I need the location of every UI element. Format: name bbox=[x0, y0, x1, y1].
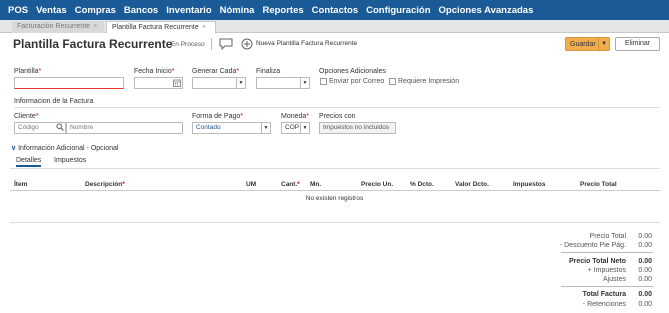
impuestos-label: + Impuestos bbox=[587, 267, 626, 274]
nav-contactos[interactable]: Contactos bbox=[312, 5, 358, 16]
chevron-down-icon: ▼ bbox=[261, 123, 270, 133]
nav-nomina[interactable]: Nómina bbox=[220, 5, 255, 16]
plantilla-label: Plantilla* bbox=[14, 68, 42, 75]
nav-pos[interactable]: POS bbox=[8, 5, 28, 16]
precio-total-value: 0.00 bbox=[638, 233, 652, 240]
close-icon[interactable]: × bbox=[202, 24, 206, 31]
nav-reportes[interactable]: Reportes bbox=[262, 5, 303, 16]
nav-ventas[interactable]: Ventas bbox=[36, 5, 67, 16]
cliente-nombre-input[interactable]: Nombre bbox=[66, 122, 183, 134]
tab-facturacion-recurrente[interactable]: Facturación Recurrente × bbox=[12, 21, 104, 33]
moneda-value: COP bbox=[285, 124, 300, 131]
column-header: Descripción* bbox=[85, 181, 125, 188]
save-button-label: Guardar bbox=[570, 40, 596, 48]
chevron-down-icon: ▼ bbox=[300, 78, 309, 88]
divider bbox=[561, 252, 653, 253]
requiere-impresion-checkbox[interactable] bbox=[389, 78, 396, 85]
retenciones-label: - Retenciones bbox=[582, 301, 626, 308]
forma-pago-select[interactable]: Contado ▼ bbox=[192, 122, 271, 134]
total-factura-value: 0.00 bbox=[638, 291, 652, 298]
chevron-down-icon[interactable]: ▼ bbox=[598, 38, 609, 50]
forma-pago-value: Contado bbox=[196, 124, 221, 131]
generar-cada-select[interactable]: ▼ bbox=[192, 77, 246, 89]
plus-circle-icon[interactable] bbox=[241, 38, 253, 52]
comment-icon[interactable] bbox=[219, 38, 233, 52]
tab-plantilla-factura-recurrente[interactable]: Plantilla Factura Recurrente × bbox=[106, 21, 216, 33]
column-header: UM bbox=[246, 181, 257, 188]
divider bbox=[14, 107, 659, 108]
plantilla-input[interactable] bbox=[14, 77, 124, 89]
tab-label: Facturación Recurrente bbox=[17, 23, 91, 30]
search-icon[interactable] bbox=[56, 123, 64, 133]
top-nav: POS Ventas Compras Bancos Inventario Nóm… bbox=[0, 0, 669, 20]
moneda-select[interactable]: COP ▼ bbox=[281, 122, 310, 134]
new-template-link[interactable]: Nueva Plantilla Factura Recurrente bbox=[256, 40, 357, 47]
nav-opciones-avanzadas[interactable]: Opciones Avanzadas bbox=[439, 5, 534, 16]
fecha-inicio-label: Fecha Inicio* bbox=[134, 68, 175, 75]
calendar-icon[interactable] bbox=[173, 79, 181, 87]
column-header: Ítem bbox=[14, 181, 28, 188]
divider bbox=[561, 286, 653, 287]
ajustes-value: 0.00 bbox=[638, 276, 652, 283]
nav-compras[interactable]: Compras bbox=[75, 5, 116, 16]
chevron-down-icon: ▼ bbox=[300, 123, 309, 133]
enviar-correo-label: Enviar por Correo bbox=[329, 78, 385, 85]
tab-bar: Facturación Recurrente × Plantilla Factur… bbox=[0, 20, 669, 33]
divider bbox=[211, 38, 212, 50]
precio-neto-label: Precio Total Neto bbox=[568, 258, 626, 265]
forma-pago-label: Forma de Pago* bbox=[192, 113, 243, 120]
precios-con-field: Impuestos no incluidos bbox=[319, 122, 396, 134]
chevron-down-icon: ∨ bbox=[11, 145, 17, 152]
status-text: - En Proceso bbox=[167, 41, 205, 48]
tab-impuestos[interactable]: Impuestos bbox=[54, 157, 86, 164]
info-adicional-label: Información Adicional - Opcional bbox=[18, 145, 119, 152]
close-icon[interactable]: × bbox=[93, 23, 97, 30]
info-adicional-toggle[interactable]: ∨ Información Adicional - Opcional bbox=[11, 144, 118, 152]
empty-table-message: No existen registros bbox=[305, 195, 364, 202]
generar-cada-label: Generar Cada* bbox=[192, 68, 240, 75]
column-header: Impuestos bbox=[513, 181, 546, 188]
impuestos-value: 0.00 bbox=[638, 267, 652, 274]
chevron-down-icon: ▼ bbox=[236, 78, 245, 88]
ajustes-label: Ajustes bbox=[603, 276, 626, 283]
precio-total-label: Precio Total bbox=[589, 233, 626, 240]
requiere-impresion-label: Requiere Impresión bbox=[398, 78, 460, 85]
page-title: Plantilla Factura Recurrente bbox=[13, 37, 173, 51]
tab-label: Plantilla Factura Recurrente bbox=[112, 24, 199, 31]
column-header: Mn. bbox=[310, 181, 322, 188]
nav-inventario[interactable]: Inventario bbox=[166, 5, 211, 16]
column-header: Cant.* bbox=[281, 181, 300, 188]
descuento-label: - Descuento Pie Pág. bbox=[559, 242, 626, 249]
total-factura-label: Total Factura bbox=[582, 291, 626, 298]
tab-detalles[interactable]: Detalles bbox=[16, 157, 42, 167]
divider bbox=[10, 222, 660, 223]
delete-button[interactable]: Eliminar bbox=[615, 37, 660, 51]
column-header: Valor Dcto. bbox=[455, 181, 489, 188]
precios-con-label: Precios con bbox=[319, 113, 356, 120]
finaliza-select[interactable]: ▼ bbox=[256, 77, 310, 89]
fecha-inicio-input[interactable] bbox=[134, 77, 183, 89]
descuento-value: 0.00 bbox=[638, 242, 652, 249]
cliente-label: Cliente* bbox=[14, 113, 39, 120]
nav-bancos[interactable]: Bancos bbox=[124, 5, 158, 16]
save-button[interactable]: Guardar ▼ bbox=[565, 37, 610, 51]
column-header: Precio Un. bbox=[361, 181, 394, 188]
enviar-correo-checkbox[interactable] bbox=[320, 78, 327, 85]
opciones-label: Opciones Adicionales bbox=[319, 68, 386, 75]
column-header: % Dcto. bbox=[410, 181, 434, 188]
precio-neto-value: 0.00 bbox=[638, 258, 652, 265]
retenciones-value: 0.00 bbox=[638, 301, 652, 308]
divider bbox=[10, 168, 660, 169]
divider bbox=[10, 190, 660, 191]
moneda-label: Moneda* bbox=[281, 113, 310, 120]
info-factura-heading: Informacion de la Factura bbox=[14, 98, 94, 105]
finaliza-label: Finaliza bbox=[256, 68, 281, 75]
column-header: Precio Total bbox=[580, 181, 617, 188]
nav-configuracion[interactable]: Configuración bbox=[366, 5, 430, 16]
